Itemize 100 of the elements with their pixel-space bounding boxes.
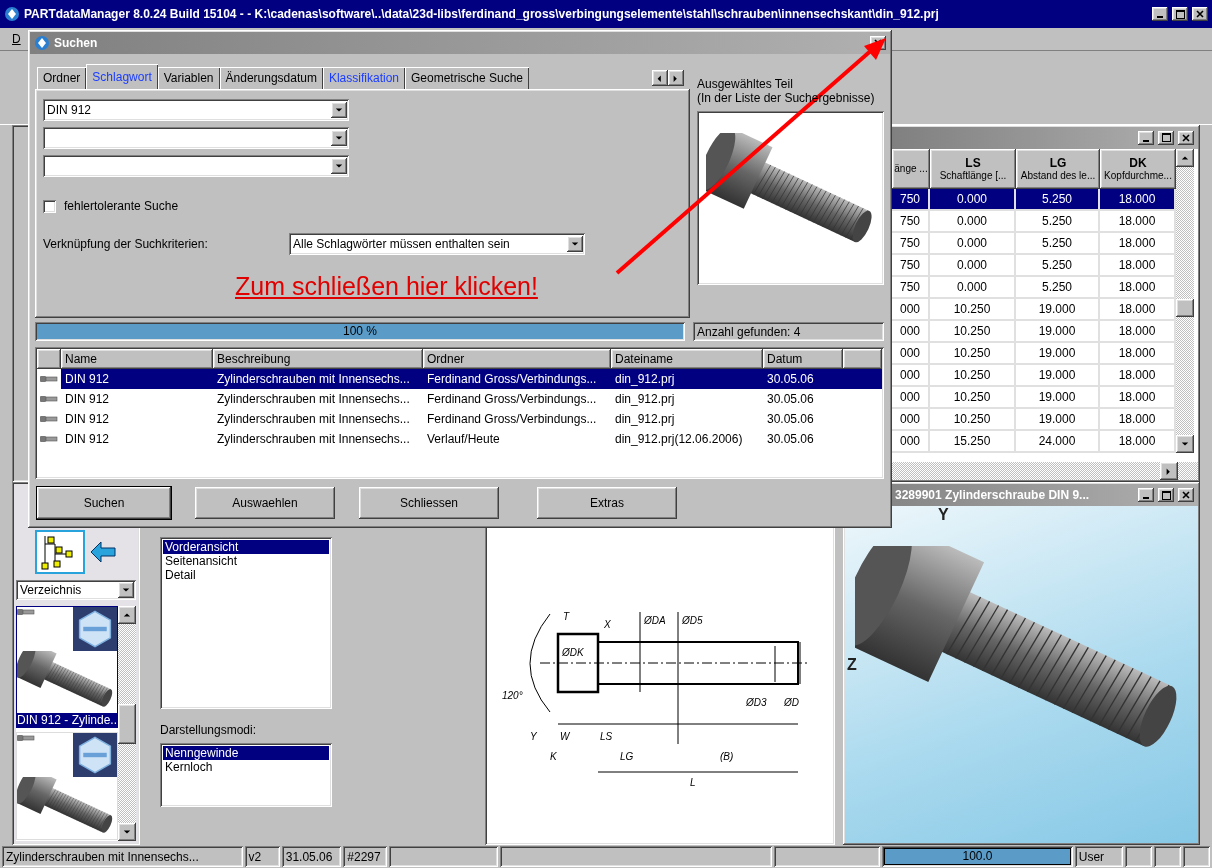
- criteria-combo[interactable]: Alle Schlagwörter müssen enthalten sein: [289, 233, 585, 255]
- table-cell: 19.000: [1016, 386, 1100, 409]
- column-header[interactable]: [843, 349, 882, 369]
- dialog-icon: [34, 35, 50, 51]
- table-cell: 750: [892, 254, 930, 277]
- dimension-label: LG: [620, 750, 634, 762]
- list-item[interactable]: Vorderansicht: [163, 540, 329, 555]
- axis-label: Z: [847, 656, 857, 675]
- minimize-button[interactable]: [1152, 7, 1168, 21]
- result-cell[interactable]: DIN 912: [61, 369, 213, 389]
- scroll-thumb[interactable]: [1176, 298, 1194, 317]
- tab[interactable]: Klassifikation: [322, 67, 405, 89]
- scroll-right-button[interactable]: [1160, 462, 1178, 481]
- scroll-up-button[interactable]: [118, 606, 136, 625]
- maximize-icon: [1161, 490, 1171, 500]
- table-cell: 5.250: [1016, 254, 1100, 277]
- tab-scroll-right-button[interactable]: [668, 70, 684, 86]
- row-highlight: [843, 369, 882, 389]
- table-cell: 750: [892, 276, 930, 299]
- dimension-label: ØD: [784, 696, 799, 708]
- minimize-button[interactable]: [1138, 488, 1154, 503]
- table-cell: 000: [892, 364, 930, 387]
- keyword-combo[interactable]: [43, 127, 349, 149]
- table-cell: 19.000: [1016, 342, 1100, 365]
- table-cell: 10.250: [930, 386, 1016, 409]
- dimension-label: (B): [720, 750, 734, 762]
- column-code: LS: [965, 156, 981, 171]
- table-cell: 750: [892, 188, 930, 211]
- dimension-label: T: [563, 610, 570, 622]
- table-cell: 750: [892, 210, 930, 233]
- table-cell: 24.000: [1016, 430, 1100, 453]
- screw-icon: [17, 733, 35, 744]
- dimension-label: ØDA: [644, 614, 666, 626]
- dimension-label: W: [560, 730, 570, 742]
- column-header[interactable]: LG Abstand des le...: [1016, 148, 1100, 189]
- table-cell: 000: [892, 386, 930, 409]
- scroll-down-button[interactable]: [1176, 434, 1194, 453]
- down-arrow-icon: [123, 828, 131, 836]
- directory-dropdown[interactable]: Verzeichnis: [16, 580, 136, 601]
- maximize-button[interactable]: [1172, 7, 1188, 21]
- close-button[interactable]: [1192, 7, 1208, 21]
- column-label: Kopfdurchme...: [1104, 170, 1172, 182]
- caret-icon: [571, 240, 579, 248]
- column-header[interactable]: DK Kopfdurchme...: [1100, 148, 1176, 189]
- tab[interactable]: Ordner: [37, 67, 87, 89]
- table-cell: 18.000: [1100, 386, 1176, 409]
- dialog-button[interactable]: Extras: [537, 487, 677, 519]
- list-item[interactable]: Detail: [163, 568, 329, 583]
- dialog-button[interactable]: Schliessen: [359, 487, 499, 519]
- column-header[interactable]: Name: [61, 349, 213, 369]
- menu-item[interactable]: D: [12, 32, 21, 46]
- tab[interactable]: Geometrische Suche: [405, 67, 530, 89]
- table-cell: 18.000: [1100, 408, 1176, 431]
- tab[interactable]: Änderungsdatum: [219, 67, 323, 89]
- part-thumbnail[interactable]: DIN 912 - Zylinde...: [16, 606, 118, 729]
- column-header[interactable]: Datum: [763, 349, 843, 369]
- table-cell: 5.250: [1016, 188, 1100, 211]
- part-thumbnail[interactable]: [16, 732, 118, 841]
- status-text: Zylinderschrauben mit Innensechs...: [2, 846, 243, 867]
- dialog-button[interactable]: Auswaehlen: [195, 487, 335, 519]
- list-item[interactable]: Kernloch: [163, 760, 329, 775]
- minimize-button[interactable]: [1138, 130, 1154, 145]
- preview-heading: Ausgewähltes Teil: [697, 77, 793, 91]
- maximize-button[interactable]: [1158, 130, 1174, 145]
- list-item[interactable]: Nenngewinde: [163, 746, 329, 761]
- scroll-thumb[interactable]: [118, 703, 136, 744]
- dimension-label: K: [550, 750, 557, 762]
- column-header[interactable]: änge ...: [892, 148, 930, 189]
- checkbox[interactable]: [43, 199, 56, 213]
- screw-icon: [40, 374, 58, 384]
- close-button[interactable]: [1178, 130, 1194, 145]
- caret-icon: [335, 162, 343, 170]
- tab[interactable]: Schlagwort: [86, 64, 158, 89]
- tab-scroll-left-button[interactable]: [652, 70, 668, 86]
- close-button[interactable]: [1178, 488, 1194, 503]
- minimize-icon: [1157, 16, 1163, 18]
- table-cell: 5.250: [1016, 276, 1100, 299]
- keyword-combo[interactable]: DIN 912: [43, 99, 349, 121]
- keyword-combo[interactable]: [43, 155, 349, 177]
- table-cell: 15.250: [930, 430, 1016, 453]
- tree-icon[interactable]: [35, 530, 117, 575]
- scroll-down-button[interactable]: [118, 823, 136, 841]
- maximize-button[interactable]: [1158, 488, 1174, 503]
- progress-reading: 100 %: [342, 324, 378, 338]
- dimension-label: 120°: [502, 689, 523, 701]
- column-header[interactable]: [37, 349, 61, 369]
- tab[interactable]: Variablen: [157, 67, 220, 89]
- dimension-label: X: [604, 618, 611, 630]
- column-label: Abstand des le...: [1020, 170, 1096, 182]
- status-field: [1182, 846, 1210, 867]
- status-field: [1124, 846, 1152, 867]
- viewer-title: 3289901 Zylinderschraube DIN 9...: [894, 488, 1091, 503]
- column-header[interactable]: Beschreibung: [213, 349, 423, 369]
- list-item[interactable]: Seitenansicht: [163, 554, 329, 569]
- axis-label: Y: [938, 506, 949, 525]
- dialog-button[interactable]: Suchen: [37, 487, 171, 519]
- status-text: v2: [244, 846, 280, 867]
- column-header[interactable]: Dateiname: [611, 349, 763, 369]
- column-header[interactable]: LS Schaftlänge [...: [930, 148, 1016, 189]
- column-header[interactable]: Ordner: [423, 349, 611, 369]
